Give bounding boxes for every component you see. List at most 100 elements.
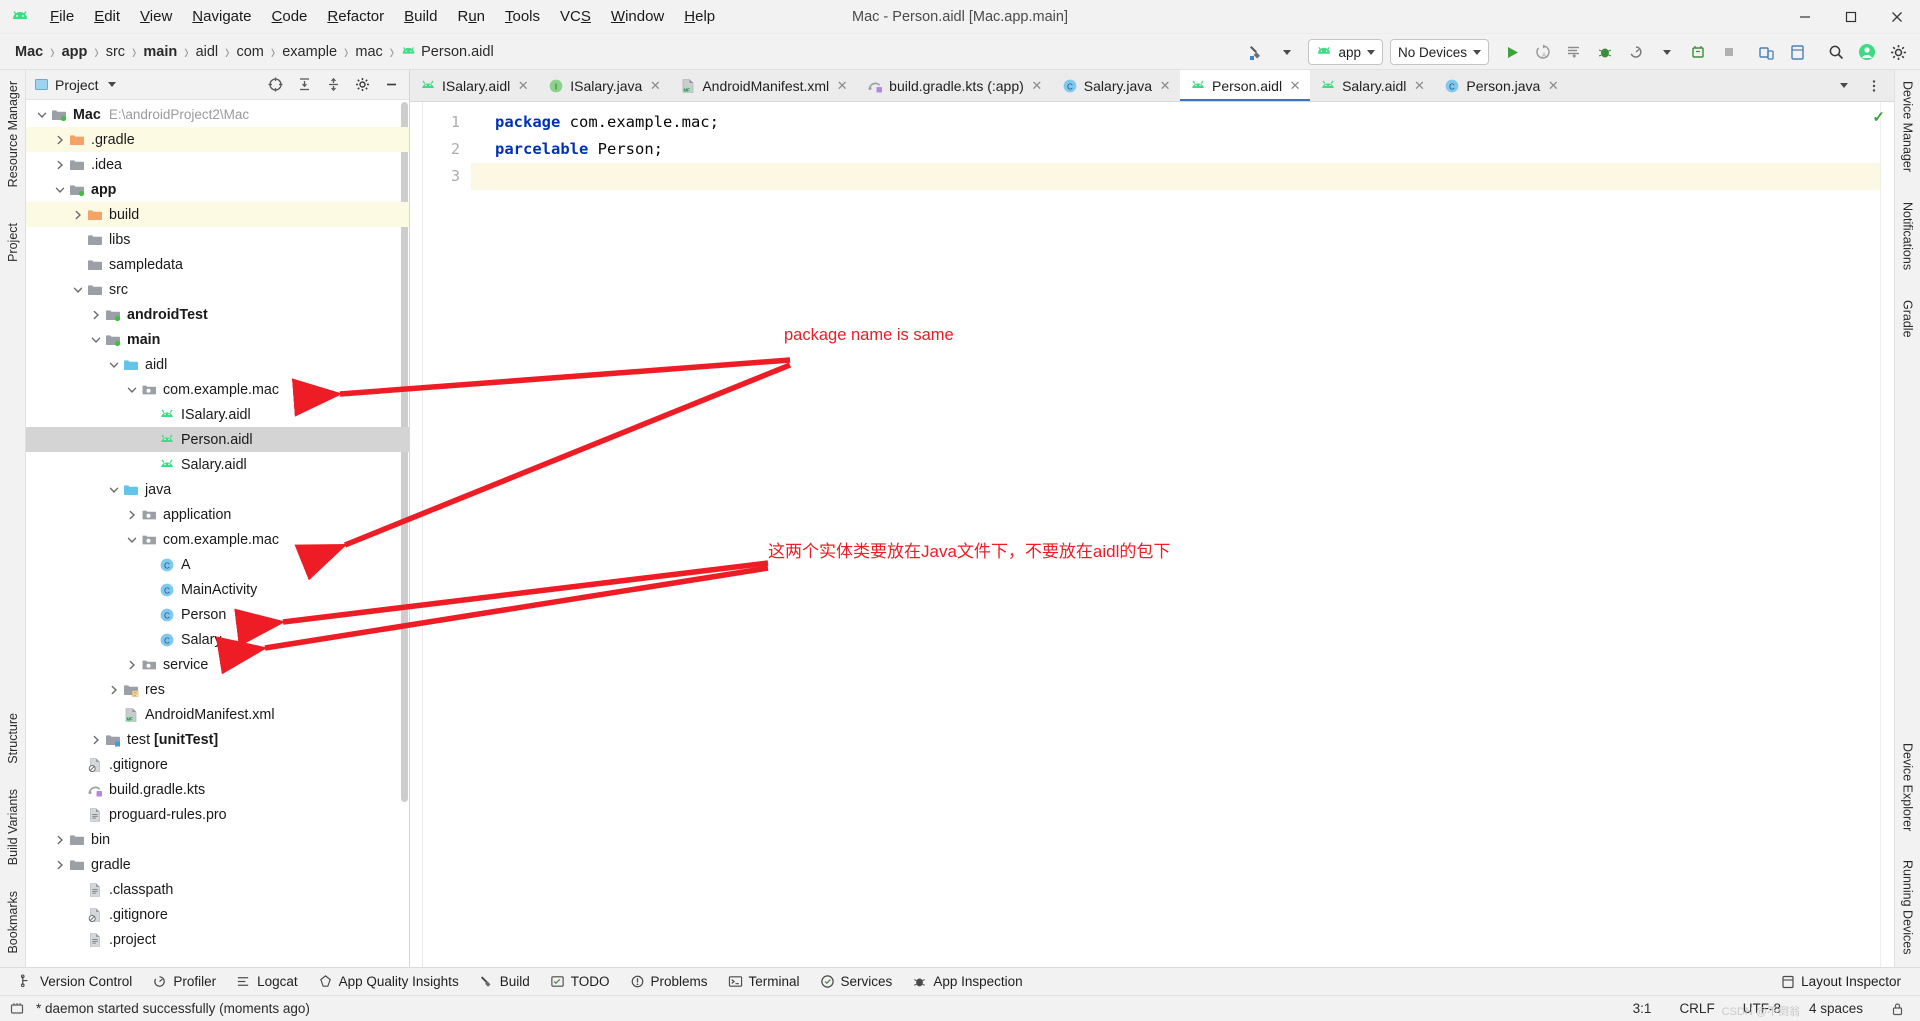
status-caret-position[interactable]: 3:1 [1629,999,1656,1018]
bottom-item-problems[interactable]: Problems [621,971,717,992]
tool-window-running-devices[interactable]: Running Devices [1901,853,1915,962]
collapse-all-icon[interactable] [319,71,347,99]
run-button[interactable] [1498,38,1526,66]
code-line[interactable] [495,163,1880,190]
bottom-item-layout-inspector[interactable]: Layout Inspector [1772,971,1910,992]
debug-button[interactable] [1591,38,1619,66]
tree-node-sampledata[interactable]: sampledata [26,252,409,277]
tool-window-project[interactable]: Project [6,216,20,269]
tree-node-build[interactable]: build [26,202,409,227]
bottom-item-services[interactable]: Services [811,971,902,992]
chevron-right-icon[interactable] [88,307,104,323]
profile-dropdown-caret[interactable] [1653,38,1681,66]
chevron-down-icon[interactable] [124,532,140,548]
tree-node--gitignore[interactable]: .gitignore [26,752,409,777]
chevron-down-icon[interactable] [107,82,116,87]
tool-window-resource-manager[interactable]: Resource Manager [6,74,20,194]
code-line[interactable]: package com.example.mac; [495,109,1880,136]
menu-tools[interactable]: Tools [495,5,550,28]
editor-tab-person-java[interactable]: C Person.java ✕ [1434,70,1569,101]
expand-all-icon[interactable] [290,71,318,99]
tree-node-com-example-mac[interactable]: com.example.mac [26,527,409,552]
bottom-item-todo[interactable]: TODO [541,971,619,992]
tree-node-androidtest[interactable]: androidTest [26,302,409,327]
tree-node-androidmanifest-xml[interactable]: MF AndroidManifest.xml [26,702,409,727]
tree-node-mac[interactable]: Mac E:\androidProject2\Mac [26,102,409,127]
status-indent[interactable]: 4 spaces [1805,999,1867,1018]
bottom-item-logcat[interactable]: Logcat [227,971,307,992]
editor-left-gutter[interactable] [410,102,423,967]
minimize-button[interactable] [1782,0,1828,34]
chevron-down-icon[interactable] [88,332,104,348]
editor-tab-person-aidl[interactable]: Person.aidl ✕ [1180,70,1311,101]
close-icon[interactable]: ✕ [1412,78,1426,94]
maximize-button[interactable] [1828,0,1874,34]
tree-node-salary[interactable]: C Salary [26,627,409,652]
status-line-separator[interactable]: CRLF [1675,999,1718,1018]
editor-tab-androidmanifest-xml[interactable]: MF AndroidManifest.xml ✕ [670,70,858,101]
tree-node-build-gradle-kts[interactable]: build.gradle.kts [26,777,409,802]
breadcrumb-mac[interactable]: Mac [10,42,48,62]
tree-node--gitignore[interactable]: .gitignore [26,902,409,927]
editor-tab-build-gradle-kts-app-[interactable]: build.gradle.kts (:app) ✕ [857,70,1052,101]
menu-edit[interactable]: Edit [84,5,130,28]
account-icon[interactable] [1853,38,1881,66]
menu-run[interactable]: Run [447,5,495,28]
tree-node-service[interactable]: service [26,652,409,677]
tool-window-bookmarks[interactable]: Bookmarks [6,884,20,961]
tree-node-app[interactable]: app [26,177,409,202]
tree-node-src[interactable]: src [26,277,409,302]
chevron-right-icon[interactable] [52,832,68,848]
chevron-down-icon[interactable] [106,482,122,498]
tree-node-libs[interactable]: libs [26,227,409,252]
tree-node-test-unittest-[interactable]: test [unitTest] [26,727,409,752]
project-settings-gear-icon[interactable] [348,71,376,99]
close-icon[interactable]: ✕ [835,78,849,94]
breadcrumb-main[interactable]: main [138,42,182,62]
chevron-down-icon[interactable] [124,382,140,398]
code-line[interactable]: parcelable Person; [495,136,1880,163]
chevron-right-icon[interactable] [52,157,68,173]
chevron-right-icon[interactable] [70,207,86,223]
menu-refactor[interactable]: Refactor [317,5,394,28]
tree-node-person-aidl[interactable]: Person.aidl [26,427,409,452]
chevron-right-icon[interactable] [88,732,104,748]
bottom-item-terminal[interactable]: Terminal [719,971,809,992]
tree-node-com-example-mac[interactable]: com.example.mac [26,377,409,402]
bottom-item-version-control[interactable]: Version Control [10,971,141,992]
tool-window-device-explorer[interactable]: Device Explorer [1901,736,1915,838]
breadcrumb-src[interactable]: src [101,42,130,62]
tree-node-a[interactable]: CA [26,552,409,577]
device-selector[interactable]: No Devices [1389,39,1489,65]
chevron-down-icon[interactable] [52,182,68,198]
menu-window[interactable]: Window [601,5,674,28]
menu-navigate[interactable]: Navigate [182,5,261,28]
editor-options-icon[interactable] [1860,72,1888,100]
breadcrumb-example[interactable]: example [277,42,342,62]
stop-button[interactable] [1715,38,1743,66]
menu-vcs[interactable]: VCS [550,5,601,28]
tree-node-salary-aidl[interactable]: Salary.aidl [26,452,409,477]
select-opened-file-icon[interactable] [261,71,289,99]
tool-window-build-variants[interactable]: Build Variants [6,782,20,872]
tree-node--idea[interactable]: .idea [26,152,409,177]
editor-tab-isalary-aidl[interactable]: ISalary.aidl ✕ [410,70,539,101]
tool-window-device-manager[interactable]: Device Manager [1901,74,1915,179]
menu-file[interactable]: File [40,5,84,28]
bottom-item-app-inspection[interactable]: App Inspection [903,971,1031,992]
close-button[interactable] [1874,0,1920,34]
run-configuration-selector[interactable]: app [1308,39,1383,65]
editor-tab-salary-java[interactable]: C Salary.java ✕ [1051,70,1181,101]
close-icon[interactable]: ✕ [1546,78,1560,94]
rerun-button[interactable] [1560,38,1588,66]
tool-window-notifications[interactable]: Notifications [1901,195,1915,277]
chevron-right-icon[interactable] [124,657,140,673]
chevron-down-icon[interactable] [34,107,50,123]
tree-node--project[interactable]: .project [26,927,409,952]
tree-node-person[interactable]: C Person [26,602,409,627]
attach-debugger-button[interactable] [1684,38,1712,66]
profile-button[interactable] [1622,38,1650,66]
close-icon[interactable]: ✕ [1158,78,1172,94]
chevron-down-icon[interactable] [70,282,86,298]
tree-node-application[interactable]: application [26,502,409,527]
